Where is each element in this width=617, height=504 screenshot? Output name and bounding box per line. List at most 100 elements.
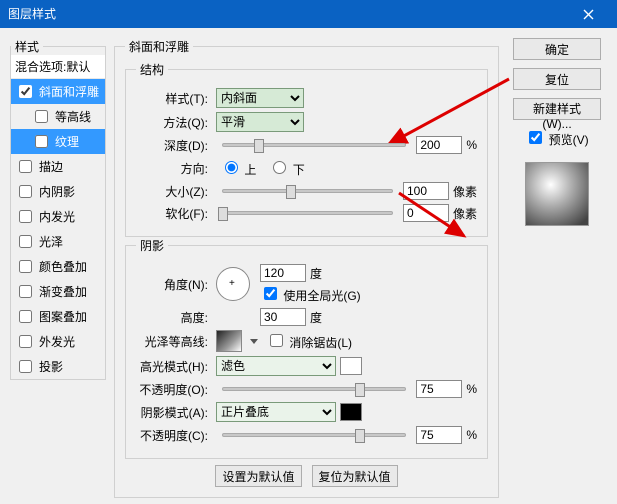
chevron-down-icon[interactable]: [250, 339, 258, 344]
close-button[interactable]: [567, 0, 609, 28]
dir-up[interactable]: 上: [220, 158, 256, 178]
drop-shadow-checkbox[interactable]: [19, 360, 32, 373]
sh-opacity-thumb[interactable]: [355, 429, 365, 443]
angle-cross-icon: +: [229, 278, 235, 289]
set-default-button[interactable]: 设置为默认值: [215, 465, 301, 487]
px2: 像素: [453, 205, 477, 222]
antialias-checkbox[interactable]: [270, 334, 283, 347]
pattern-overlay-label: 图案叠加: [39, 308, 87, 325]
shmode-select[interactable]: 正片叠底: [216, 402, 336, 422]
preview-toggle[interactable]: 预览(V): [525, 128, 588, 148]
method-select[interactable]: 平滑: [216, 112, 304, 132]
size-slider[interactable]: [222, 189, 393, 193]
style-inner-glow[interactable]: 内发光: [11, 204, 105, 229]
shmode-label: 阴影模式(A):: [136, 404, 212, 421]
structure-group: 结构 样式(T): 内斜面 方法(Q): 平滑 深度(D): % 方向:: [125, 61, 488, 237]
style-select[interactable]: 内斜面: [216, 88, 304, 108]
titlebar: 图层样式: [0, 0, 617, 28]
blend-options-label: 混合选项:默认: [15, 58, 90, 75]
hl-opacity-input[interactable]: [416, 380, 462, 398]
outer-glow-checkbox[interactable]: [19, 335, 32, 348]
hlmode-select[interactable]: 滤色: [216, 356, 336, 376]
blend-options-row[interactable]: 混合选项:默认: [11, 55, 105, 79]
satin-label: 光泽: [39, 233, 63, 250]
depth-label: 深度(D):: [136, 137, 212, 154]
cancel-button[interactable]: 复位: [513, 68, 601, 90]
antialias[interactable]: 消除锯齿(L): [266, 331, 352, 351]
texture-checkbox[interactable]: [35, 135, 48, 148]
hl-opacity-thumb[interactable]: [355, 383, 365, 397]
pct: %: [466, 138, 477, 152]
sh-opacity-input[interactable]: [416, 426, 462, 444]
dir-up-radio[interactable]: [225, 161, 238, 174]
contour-checkbox[interactable]: [35, 110, 48, 123]
soften-slider[interactable]: [222, 211, 393, 215]
hl-color-swatch[interactable]: [340, 357, 362, 375]
global-light[interactable]: 使用全局光(G): [260, 284, 361, 304]
soften-thumb[interactable]: [218, 207, 228, 221]
hl-opacity-label: 不透明度(O):: [136, 381, 212, 398]
pct3: %: [466, 428, 477, 442]
style-outer-glow[interactable]: 外发光: [11, 329, 105, 354]
global-light-checkbox[interactable]: [264, 287, 277, 300]
color-overlay-label: 颜色叠加: [39, 258, 87, 275]
altitude-input[interactable]: [260, 308, 306, 326]
dir-down[interactable]: 下: [268, 158, 304, 178]
direction-label: 方向:: [136, 160, 212, 177]
depth-thumb[interactable]: [254, 139, 264, 153]
pct2: %: [466, 382, 477, 396]
altitude-label: 高度:: [136, 309, 212, 326]
soften-label: 软化(F):: [136, 205, 212, 222]
style-texture[interactable]: 纹理: [11, 129, 105, 154]
sh-opacity-slider[interactable]: [222, 433, 406, 437]
size-thumb[interactable]: [286, 185, 296, 199]
depth-slider[interactable]: [222, 143, 406, 147]
bevel-label: 斜面和浮雕: [39, 83, 99, 100]
structure-legend: 结构: [136, 61, 168, 78]
inner-shadow-checkbox[interactable]: [19, 185, 32, 198]
sh-color-swatch[interactable]: [340, 403, 362, 421]
window-title: 图层样式: [8, 0, 56, 28]
style-bevel-emboss[interactable]: 斜面和浮雕: [11, 79, 105, 104]
angle-label: 角度(N):: [136, 276, 212, 293]
depth-input[interactable]: [416, 136, 462, 154]
soften-input[interactable]: [403, 204, 449, 222]
pattern-overlay-checkbox[interactable]: [19, 310, 32, 323]
style-drop-shadow[interactable]: 投影: [11, 354, 105, 379]
style-contour[interactable]: 等高线: [11, 104, 105, 129]
color-overlay-checkbox[interactable]: [19, 260, 32, 273]
style-pattern-overlay[interactable]: 图案叠加: [11, 304, 105, 329]
shadow-group: 阴影 角度(N): + 度 使用全局光(G) 高: [125, 237, 488, 459]
angle-input[interactable]: [260, 264, 306, 282]
preview-box: [525, 162, 589, 226]
px1: 像素: [453, 183, 477, 200]
size-label: 大小(Z):: [136, 183, 212, 200]
bevel-group: 斜面和浮雕 结构 样式(T): 内斜面 方法(Q): 平滑 深度(D): %: [114, 38, 499, 498]
style-gradient-overlay[interactable]: 渐变叠加: [11, 279, 105, 304]
angle-wheel[interactable]: +: [216, 267, 250, 301]
contour-label: 等高线: [55, 108, 91, 125]
style-stroke[interactable]: 描边: [11, 154, 105, 179]
close-icon: [583, 9, 594, 20]
gloss-label: 光泽等高线:: [136, 333, 212, 350]
hl-opacity-slider[interactable]: [222, 387, 406, 391]
preview-checkbox[interactable]: [529, 131, 542, 144]
style-inner-shadow[interactable]: 内阴影: [11, 179, 105, 204]
reset-default-button[interactable]: 复位为默认值: [312, 465, 398, 487]
inner-glow-checkbox[interactable]: [19, 210, 32, 223]
new-style-button[interactable]: 新建样式(W)...: [513, 98, 601, 120]
bevel-legend: 斜面和浮雕: [125, 38, 193, 55]
style-color-overlay[interactable]: 颜色叠加: [11, 254, 105, 279]
styles-list: 混合选项:默认 斜面和浮雕 等高线 纹理 描边: [11, 55, 105, 379]
method-label: 方法(Q):: [136, 114, 212, 131]
inner-glow-label: 内发光: [39, 208, 75, 225]
gradient-overlay-checkbox[interactable]: [19, 285, 32, 298]
bevel-checkbox[interactable]: [19, 85, 32, 98]
size-input[interactable]: [403, 182, 449, 200]
stroke-checkbox[interactable]: [19, 160, 32, 173]
satin-checkbox[interactable]: [19, 235, 32, 248]
dir-down-radio[interactable]: [273, 161, 286, 174]
style-satin[interactable]: 光泽: [11, 229, 105, 254]
gloss-contour-picker[interactable]: [216, 330, 242, 352]
ok-button[interactable]: 确定: [513, 38, 601, 60]
